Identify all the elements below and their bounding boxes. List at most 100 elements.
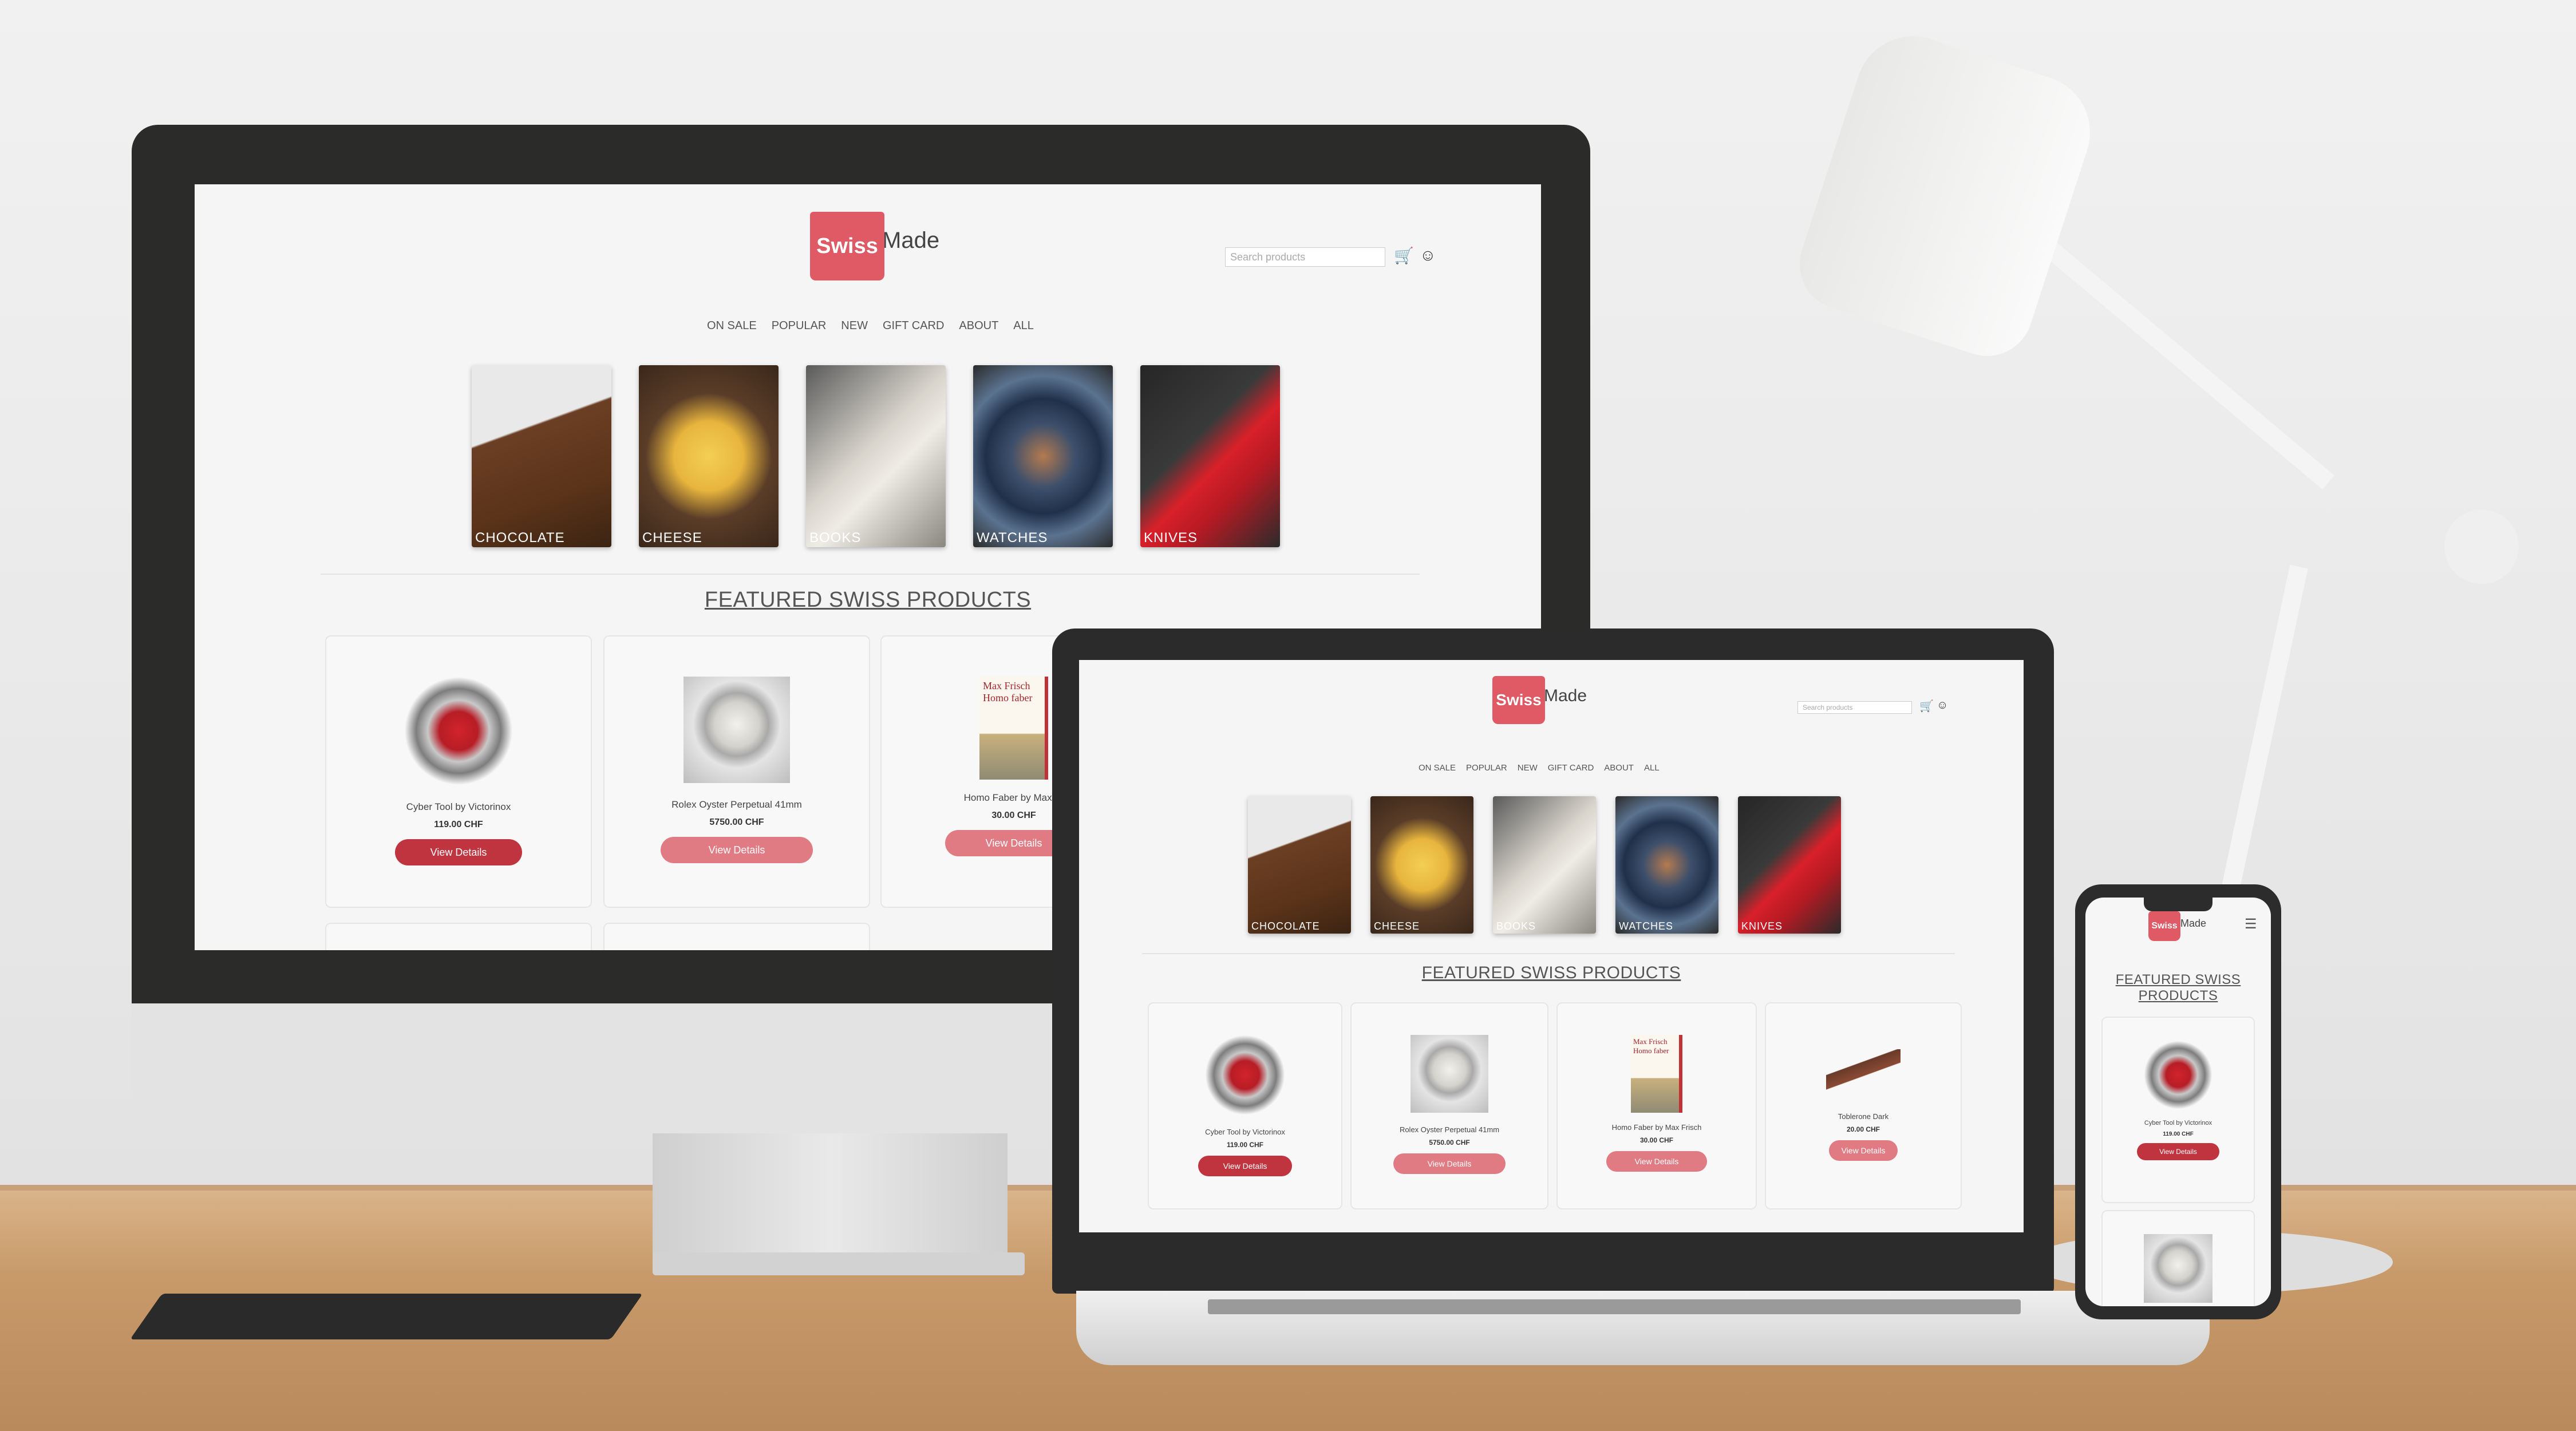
divider [321, 574, 1420, 575]
product-image [683, 677, 790, 783]
site-logo[interactable]: Swiss Made [1492, 676, 1587, 724]
search-input[interactable]: Search products [1797, 701, 1912, 714]
nav-about[interactable]: ABOUT [959, 319, 998, 333]
nav-on-sale[interactable]: ON SALE [707, 319, 757, 333]
view-details-button[interactable]: View Details [395, 839, 522, 865]
product-image: Max Frisch Homo faber [979, 677, 1048, 780]
product-image: Max Frisch Homo faber [1631, 1035, 1682, 1113]
category-label: BOOKS [809, 530, 862, 545]
view-details-button[interactable]: View Details [1606, 1151, 1707, 1172]
product-card[interactable] [603, 923, 870, 950]
category-label: KNIVES [1144, 530, 1198, 545]
divider [1142, 953, 1955, 954]
product-name: Cyber Tool by Victorinox [2144, 1120, 2212, 1126]
category-books[interactable]: BOOKS [806, 365, 946, 547]
product-card[interactable]: Cyber Tool by Victorinox 119.00 CHF View… [2101, 1017, 2255, 1203]
laptop-screen: Swiss Made Search products 🛒 ☺ ON SALE P… [1079, 660, 2024, 1232]
nav-gift-card[interactable]: GIFT CARD [883, 319, 944, 333]
featured-title-line-1: FEATURED SWISS [2115, 972, 2241, 987]
category-label: CHEESE [1374, 920, 1420, 932]
category-chocolate[interactable]: CHOCOLATE [472, 365, 611, 547]
product-card[interactable]: Rolex Oyster Perpetual 41mm 5750.00 CHF … [603, 635, 870, 908]
category-label: BOOKS [1496, 920, 1536, 932]
category-tiles: CHOCOLATE CHEESE BOOKS WATCHES KNIVES [472, 365, 1280, 547]
product-price: 20.00 CHF [1846, 1125, 1880, 1133]
featured-title: FEATURED SWISS PRODUCTS [704, 588, 1032, 612]
product-price: 5750.00 CHF [709, 817, 764, 827]
hamburger-menu-icon[interactable]: ☰ [2245, 916, 2257, 932]
nav-new[interactable]: NEW [1518, 763, 1538, 773]
phone-screen: Swiss Made ☰ FEATURED SWISS PRODUCTS Cyb… [2085, 898, 2271, 1306]
nav-all[interactable]: ALL [1644, 763, 1660, 773]
shopping-bag-logo-icon: Swiss [810, 212, 884, 280]
product-name: Homo Faber by Max Frisch [1611, 1123, 1702, 1132]
logo-swiss-text: Swiss [816, 234, 878, 258]
featured-title: FEATURED SWISS PRODUCTS [1421, 963, 1681, 982]
book-author: Max Frisch [1633, 1037, 1668, 1046]
view-details-button[interactable]: View Details [2137, 1143, 2219, 1160]
view-details-button[interactable]: View Details [1198, 1156, 1292, 1176]
nav-popular[interactable]: POPULAR [772, 319, 827, 333]
shopping-bag-logo-icon: Swiss [1492, 676, 1545, 724]
site-logo[interactable]: Swiss Made [2148, 911, 2206, 941]
category-knives[interactable]: KNIVES [1738, 796, 1841, 934]
product-price: 119.00 CHF [1226, 1141, 1264, 1149]
product-name: Rolex Oyster Perpetual 41mm [1399, 1125, 1500, 1134]
category-label: CHOCOLATE [475, 530, 565, 545]
product-card[interactable]: Toblerone Dark 20.00 CHF View Details [1765, 1002, 1962, 1209]
category-label: WATCHES [977, 530, 1048, 545]
category-label: CHOCOLATE [1251, 920, 1320, 932]
nav-new[interactable]: NEW [841, 319, 868, 333]
logo-made-text: Made [2180, 917, 2207, 929]
category-books[interactable]: BOOKS [1493, 796, 1596, 934]
nav-popular[interactable]: POPULAR [1466, 763, 1507, 773]
main-nav: ON SALE POPULAR NEW GIFT CARD ABOUT ALL [1419, 763, 1660, 773]
logo-made-text: Made [1544, 686, 1587, 705]
product-card[interactable]: Cyber Tool by Victorinox 119.00 CHF View… [1148, 1002, 1342, 1209]
laptop-hinge [1208, 1299, 2021, 1314]
logo-swiss-text: Swiss [2151, 921, 2178, 931]
main-nav: ON SALE POPULAR NEW GIFT CARD ABOUT ALL [707, 319, 1034, 333]
product-price: 30.00 CHF [1639, 1136, 1674, 1144]
category-label: CHEESE [642, 530, 702, 545]
cart-icon[interactable]: 🛒 [1394, 246, 1414, 265]
product-name: Cyber Tool by Victorinox [1205, 1128, 1285, 1136]
site-logo[interactable]: Swiss Made [810, 212, 939, 280]
nav-all[interactable]: ALL [1013, 319, 1034, 333]
product-image [1205, 1035, 1285, 1115]
book-author: Max Frisch [983, 680, 1030, 691]
category-label: KNIVES [1741, 920, 1783, 932]
nav-gift-card[interactable]: GIFT CARD [1548, 763, 1594, 773]
product-card[interactable]: Rolex Oyster Perpetual 41mm 5750.00 CHF … [1350, 1002, 1548, 1209]
account-icon[interactable]: ☺ [1937, 699, 1948, 712]
product-image [2144, 1041, 2212, 1109]
category-watches[interactable]: WATCHES [973, 365, 1113, 547]
product-image [404, 677, 513, 785]
product-price: 5750.00 CHF [1429, 1139, 1470, 1147]
category-chocolate[interactable]: CHOCOLATE [1248, 796, 1351, 934]
search-input[interactable]: Search products [1225, 247, 1385, 267]
logo-swiss-text: Swiss [1496, 691, 1542, 709]
view-details-button[interactable]: View Details [1829, 1140, 1898, 1161]
nav-about[interactable]: ABOUT [1604, 763, 1634, 773]
product-price: 119.00 CHF [2163, 1131, 2194, 1137]
book-title: Homo faber [983, 692, 1033, 703]
product-card[interactable]: Rolex Oyster Perpetual 41mm [2101, 1210, 2255, 1306]
category-cheese[interactable]: CHEESE [639, 365, 779, 547]
cart-icon[interactable]: 🛒 [1919, 699, 1934, 713]
product-card[interactable]: Max Frisch Homo faber Homo Faber by Max … [1556, 1002, 1757, 1209]
category-watches[interactable]: WATCHES [1615, 796, 1718, 934]
category-tiles: CHOCOLATE CHEESE BOOKS WATCHES KNIVES [1248, 796, 1841, 934]
view-details-button[interactable]: View Details [1393, 1153, 1506, 1174]
logo-made-text: Made [882, 227, 940, 253]
phone-notch [2144, 898, 2212, 911]
view-details-button[interactable]: View Details [661, 837, 813, 863]
product-image [1826, 1049, 1901, 1095]
product-card[interactable] [325, 923, 592, 950]
product-name: Rolex Oyster Perpetual 41mm [671, 799, 802, 810]
category-knives[interactable]: KNIVES [1140, 365, 1280, 547]
nav-on-sale[interactable]: ON SALE [1419, 763, 1456, 773]
category-cheese[interactable]: CHEESE [1370, 796, 1473, 934]
account-icon[interactable]: ☺ [1420, 246, 1436, 264]
product-card[interactable]: Cyber Tool by Victorinox 119.00 CHF View… [325, 635, 592, 908]
